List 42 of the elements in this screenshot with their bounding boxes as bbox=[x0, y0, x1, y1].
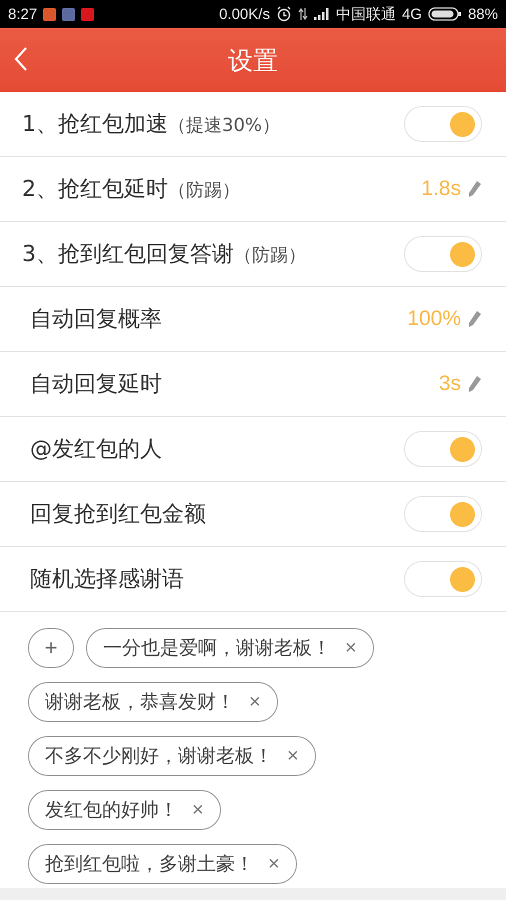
app-icon bbox=[62, 8, 76, 20]
signal-icon bbox=[314, 8, 330, 20]
remove-button[interactable]: × bbox=[192, 798, 204, 822]
toggle-switch[interactable] bbox=[404, 431, 482, 467]
toggle-switch[interactable] bbox=[404, 496, 482, 532]
setting-label: @发红包的人 bbox=[30, 436, 162, 464]
status-time: 8:27 bbox=[8, 6, 38, 22]
remove-button[interactable]: × bbox=[287, 744, 299, 768]
setting-label: 自动回复概率 bbox=[30, 306, 162, 334]
setting-label: 1、抢红包加速（提速30%） bbox=[22, 111, 280, 139]
setting-label: 随机选择感谢语 bbox=[30, 566, 184, 594]
pencil-icon bbox=[466, 375, 482, 393]
app-icon bbox=[81, 8, 94, 20]
network-type: 4G bbox=[402, 6, 422, 22]
carrier-name: 中国联通 bbox=[336, 4, 396, 24]
battery-icon bbox=[428, 7, 462, 21]
pencil-icon bbox=[466, 310, 482, 328]
add-phrase-button[interactable]: + bbox=[28, 628, 74, 668]
phrase-text: 谢谢老板，恭喜发财！ bbox=[45, 690, 235, 715]
remove-button[interactable]: × bbox=[345, 636, 357, 660]
phrase-text: 不多不少刚好，谢谢老板！ bbox=[45, 744, 273, 769]
pencil-icon bbox=[466, 180, 482, 198]
data-arrows-icon bbox=[298, 7, 308, 21]
back-button[interactable] bbox=[14, 46, 28, 72]
toggle-switch[interactable] bbox=[404, 106, 482, 142]
toggle-switch[interactable] bbox=[404, 561, 482, 597]
back-icon bbox=[14, 46, 28, 72]
network-speed: 0.00K/s bbox=[219, 6, 270, 22]
setting-label: 自动回复延时 bbox=[30, 371, 162, 399]
remove-button[interactable]: × bbox=[268, 852, 280, 876]
phrase-text: 抢到红包啦，多谢土豪！ bbox=[45, 852, 254, 877]
page-title: 设置 bbox=[228, 44, 278, 76]
phrase-text: 发红包的好帅！ bbox=[45, 798, 178, 823]
toggle-switch[interactable] bbox=[404, 236, 482, 272]
remove-button[interactable]: × bbox=[249, 690, 261, 714]
phrase-text: 一分也是爱啊，谢谢老板！ bbox=[103, 636, 331, 661]
setting-label: 3、抢到红包回复答谢（防踢） bbox=[22, 241, 306, 269]
alarm-icon bbox=[276, 6, 292, 22]
battery-percent: 88% bbox=[468, 6, 498, 22]
setting-label: 回复抢到红包金额 bbox=[30, 501, 206, 529]
setting-label: 2、抢红包延时（防踢） bbox=[22, 176, 240, 204]
app-icon bbox=[43, 8, 56, 20]
